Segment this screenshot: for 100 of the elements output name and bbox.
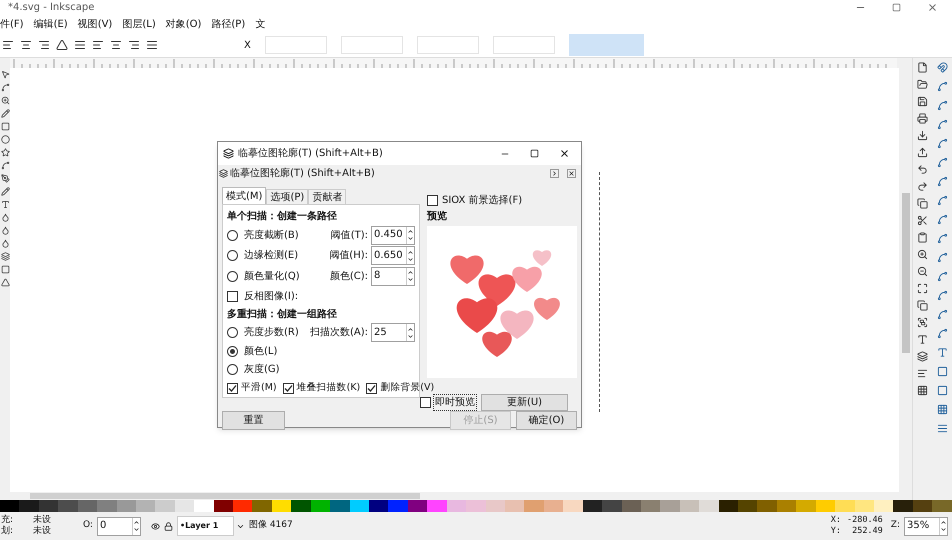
color-swatch[interactable]	[563, 500, 583, 512]
checkbox[interactable]	[366, 382, 378, 394]
color-swatch[interactable]	[78, 500, 98, 512]
color-swatch[interactable]	[835, 500, 855, 512]
color-swatch[interactable]	[738, 500, 758, 512]
circle-icon[interactable]	[0, 135, 10, 144]
menu-item[interactable]: 路径(P)	[211, 16, 246, 32]
close-icon[interactable]	[559, 148, 570, 159]
checkbox-label[interactable]: 反相图像(I):	[244, 288, 298, 304]
pointer-icon[interactable]	[0, 70, 10, 79]
color-swatch[interactable]	[116, 500, 136, 512]
toolbar-field[interactable]	[340, 36, 403, 54]
square-icon[interactable]	[936, 366, 948, 377]
color-swatch[interactable]	[796, 500, 816, 512]
toolbar-field[interactable]	[264, 36, 327, 54]
checkbox[interactable]	[227, 290, 238, 302]
checkbox[interactable]	[420, 397, 431, 408]
radio-button[interactable]	[227, 364, 238, 376]
color-swatch[interactable]	[699, 500, 719, 512]
checkbox-label[interactable]: 堆叠扫描数(K)	[296, 380, 360, 396]
layer-dropdown[interactable]: •Layer 1	[176, 516, 234, 536]
dialog-button[interactable]: 确定(O)	[516, 411, 577, 430]
radio-label[interactable]: 颜色量化(Q)	[244, 268, 300, 284]
color-swatch[interactable]	[544, 500, 564, 512]
spline-icon[interactable]	[936, 271, 948, 282]
tab[interactable]: 模式(M)	[222, 187, 266, 204]
color-swatch[interactable]	[233, 500, 252, 512]
menu-item[interactable]: 对象(O)	[166, 16, 202, 32]
spline-icon[interactable]	[936, 309, 948, 320]
color-swatch[interactable]	[310, 500, 330, 512]
spin-field[interactable]: 0	[96, 516, 141, 536]
color-swatch[interactable]	[350, 500, 370, 512]
radio-label[interactable]: 边缘检测(E)	[244, 248, 298, 264]
spline-icon[interactable]	[936, 176, 948, 187]
export-icon[interactable]	[917, 147, 928, 158]
spline-icon[interactable]	[936, 100, 948, 111]
color-swatch[interactable]	[272, 500, 292, 512]
undo-icon[interactable]	[917, 164, 928, 175]
layers-icon[interactable]	[0, 252, 10, 261]
color-swatch[interactable]	[524, 500, 544, 512]
zoom-icon[interactable]	[0, 96, 10, 105]
color-swatch[interactable]	[486, 500, 505, 512]
color-swatch[interactable]	[757, 500, 777, 512]
color-swatch[interactable]	[291, 500, 311, 512]
color-swatch[interactable]	[214, 500, 234, 512]
radio-button[interactable]	[227, 230, 238, 241]
zoom-out-icon[interactable]	[917, 266, 928, 277]
color-swatch[interactable]	[58, 500, 78, 512]
color-swatch[interactable]	[252, 500, 272, 512]
zoom-in-icon[interactable]	[917, 249, 928, 260]
color-swatch[interactable]	[388, 500, 408, 512]
spline-icon[interactable]	[936, 233, 948, 244]
checkbox[interactable]	[282, 382, 294, 394]
color-swatch[interactable]	[582, 500, 602, 512]
radio-label[interactable]: 亮度步数(R)	[244, 325, 299, 340]
eye-icon[interactable]	[150, 522, 160, 530]
update-button[interactable]: 更新(U)	[481, 394, 568, 411]
color-swatch[interactable]	[136, 500, 156, 512]
spline-icon[interactable]	[936, 81, 948, 92]
menu-item[interactable]: 编辑(E)	[34, 16, 68, 32]
print-icon[interactable]	[917, 113, 928, 124]
menu-item[interactable]: 图层(L)	[122, 16, 156, 32]
color-swatch[interactable]	[874, 500, 894, 512]
paste-icon[interactable]	[917, 232, 928, 243]
color-swatch[interactable]	[504, 500, 524, 512]
spline-icon[interactable]	[936, 195, 948, 206]
square-icon[interactable]	[936, 385, 948, 396]
lock-icon[interactable]	[164, 522, 173, 530]
toolbar-field[interactable]	[492, 36, 555, 54]
open-folder-icon[interactable]	[917, 79, 928, 90]
menu-item[interactable]: 视图(V)	[78, 16, 112, 32]
text-icon[interactable]	[0, 200, 10, 209]
cut-icon[interactable]	[917, 215, 928, 226]
color-swatch[interactable]	[602, 500, 622, 512]
spline-icon[interactable]	[936, 290, 948, 301]
radio-button[interactable]	[227, 270, 238, 282]
radio-label[interactable]: 灰度(G)	[244, 362, 280, 378]
spline-icon[interactable]	[936, 119, 948, 130]
reset-button[interactable]: 重置	[222, 411, 285, 430]
close-icon[interactable]	[567, 168, 576, 178]
pen-icon[interactable]	[0, 174, 10, 183]
color-swatch[interactable]	[640, 500, 660, 512]
copy-icon[interactable]	[917, 198, 928, 209]
color-swatch[interactable]	[932, 500, 952, 512]
new-file-icon[interactable]	[917, 62, 928, 73]
color-swatch[interactable]	[718, 500, 738, 512]
color-swatch[interactable]	[912, 500, 932, 512]
checkbox[interactable]	[427, 194, 438, 206]
import-icon[interactable]	[917, 130, 928, 141]
checkbox-label[interactable]: 删除背景(V)	[380, 380, 434, 396]
color-swatch[interactable]	[427, 500, 447, 512]
square-icon[interactable]	[0, 265, 10, 274]
color-swatch[interactable]	[660, 500, 680, 512]
color-swatch[interactable]	[330, 500, 350, 512]
color-swatch[interactable]	[446, 500, 466, 512]
color-swatch[interactable]	[19, 500, 39, 512]
radio-label[interactable]: 亮度截断(B)	[244, 228, 299, 243]
pencil-icon[interactable]	[0, 109, 10, 118]
spin-field[interactable]: 8	[371, 266, 415, 286]
radio-label[interactable]: 颜色(L)	[244, 344, 278, 359]
